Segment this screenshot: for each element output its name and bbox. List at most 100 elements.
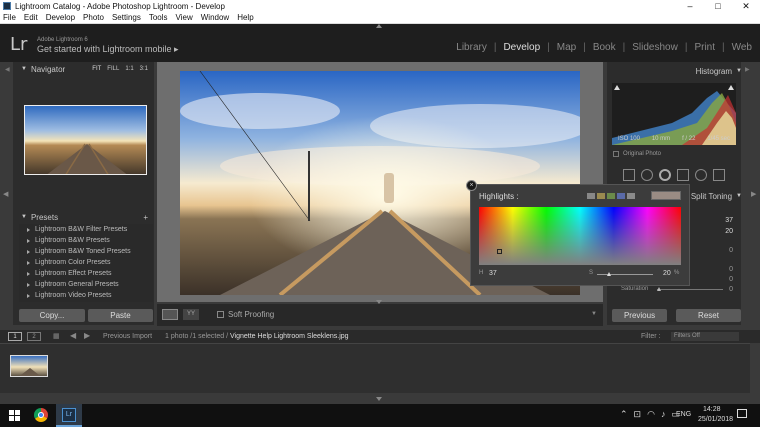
menu-view[interactable]: View [176,13,193,22]
grid-view-icon[interactable]: ▦ [53,332,60,340]
top-panel-arrow-icon[interactable] [376,24,382,28]
language-indicator[interactable]: ENG [676,411,691,418]
reset-button[interactable]: Reset [676,309,741,322]
slider-thumb-icon[interactable] [607,272,611,276]
volume-icon[interactable]: ♪ [661,409,666,420]
shadow-clipping-icon[interactable] [614,85,620,90]
graduated-filter-icon[interactable] [677,169,689,181]
previous-button[interactable]: Previous [612,309,667,322]
preset-folder[interactable]: Lightroom B&W Toned Presets [19,246,153,257]
menu-develop[interactable]: Develop [46,13,75,22]
zoom-fit[interactable]: FIT [92,66,101,72]
preset-folder[interactable]: Lightroom Video Presets [19,290,153,301]
back-arrow-icon[interactable]: ◀ [70,331,76,340]
original-photo-toggle[interactable]: Original Photo [613,151,661,157]
module-library[interactable]: Library [456,42,487,53]
second-window-button[interactable]: 2 [27,332,41,341]
right-side-arrow-icon[interactable]: ▶ [751,190,756,198]
color-picker-marker[interactable] [497,249,502,254]
preset-folder[interactable]: Lightroom B&W Presets [19,235,153,246]
bottom-arrow-icon[interactable] [376,397,382,401]
saturation-value[interactable]: 0 [729,286,733,293]
module-web[interactable]: Web [732,42,752,53]
before-after-icon[interactable]: YY [183,309,199,320]
red-eye-icon[interactable] [659,169,671,181]
forward-arrow-icon[interactable]: ▶ [84,331,90,340]
swatch[interactable] [607,193,615,199]
navigator-preview[interactable] [24,105,147,175]
loupe-view-icon[interactable] [162,309,178,320]
filmstrip-thumbnail[interactable] [10,355,48,377]
wifi-icon[interactable]: ◠ [647,409,655,420]
menu-edit[interactable]: Edit [24,13,38,22]
close-popup-icon[interactable]: × [466,180,477,191]
hue-saturation-field[interactable] [479,207,681,265]
copy-button[interactable]: Copy... [19,309,85,322]
clock-time[interactable]: 14:28 [703,406,721,413]
saturation-slider[interactable] [657,289,723,290]
highlight-saturation-value[interactable]: 20 [725,228,733,235]
module-map[interactable]: Map [557,42,576,53]
preset-folder[interactable]: Lightroom Effect Presets [19,268,153,279]
toolbar-menu-icon[interactable]: ▼ [591,311,597,317]
swatch[interactable] [627,193,635,199]
left-side-arrow-icon[interactable]: ◀ [3,190,8,198]
filter-dropdown[interactable]: Filters Off [671,332,739,341]
filename[interactable]: Vignette Help Lightroom Sleeklens.jpg [230,333,349,340]
highlight-hue-value[interactable]: 37 [725,217,733,224]
menu-settings[interactable]: Settings [112,13,141,22]
swatch[interactable] [587,193,595,199]
shadow-saturation-value[interactable]: 0 [729,276,733,283]
swatch[interactable] [597,193,605,199]
swatch[interactable] [617,193,625,199]
adjustment-brush-icon[interactable] [713,169,725,181]
zoom-1-1[interactable]: 1:1 [125,66,133,72]
shadow-hue-value[interactable]: 0 [729,266,733,273]
radial-filter-icon[interactable] [695,169,707,181]
module-book[interactable]: Book [593,42,616,53]
right-panel-collapse-icon[interactable]: ▶ [745,66,750,73]
menu-photo[interactable]: Photo [83,13,104,22]
module-develop[interactable]: Develop [503,42,540,53]
slider-thumb-icon[interactable] [657,287,661,291]
paste-button[interactable]: Paste [88,309,153,322]
zoom-3-1[interactable]: 3:1 [140,66,148,72]
clock-date[interactable]: 25/01/2018 [698,416,733,423]
menu-tools[interactable]: Tools [149,13,168,22]
hue-value[interactable]: 37 [489,270,497,277]
original-photo-checkbox[interactable] [613,151,619,157]
mobile-promo-link[interactable]: Get started with Lightroom mobile ▸ [37,44,179,55]
saturation-slider[interactable] [597,274,653,275]
module-slideshow[interactable]: Slideshow [632,42,678,53]
source-label[interactable]: Previous Import [103,333,152,340]
minimize-button[interactable]: – [676,0,704,12]
module-print[interactable]: Print [694,42,715,53]
main-window-button[interactable]: 1 [8,332,22,341]
balance-value[interactable]: 0 [729,247,733,254]
spot-removal-icon[interactable] [641,169,653,181]
highlight-clipping-icon[interactable] [728,85,734,90]
close-button[interactable]: ✕ [732,0,760,12]
preset-folder[interactable]: Lightroom B&W Filter Presets [19,224,153,235]
menu-help[interactable]: Help [237,13,253,22]
network-icon[interactable]: ⊡ [634,409,642,420]
tray-chevron-icon[interactable]: ⌃ [620,409,628,420]
navigator-header[interactable]: ▼ Navigator FIT FILL 1:1 3:1 [13,62,154,76]
lightroom-taskbar-button[interactable]: Lr [56,404,82,427]
presets-header[interactable]: ▼ Presets + [13,210,154,224]
maximize-button[interactable]: □ [704,0,732,12]
windows-start-icon[interactable] [9,410,20,421]
preset-folder[interactable]: Lightroom Color Presets [19,257,153,268]
zoom-fill[interactable]: FILL [107,66,119,72]
preset-folder[interactable]: Lightroom General Presets [19,279,153,290]
saturation-value[interactable]: 20 [663,270,671,277]
menu-file[interactable]: File [3,13,16,22]
menu-window[interactable]: Window [201,13,229,22]
soft-proofing-checkbox[interactable] [217,311,224,318]
crop-tool-icon[interactable] [623,169,635,181]
left-panel-collapse-icon[interactable]: ◀ [5,66,10,73]
add-preset-icon[interactable]: + [143,213,154,222]
histogram-header[interactable]: Histogram ▼ [607,64,748,78]
chrome-icon[interactable] [34,408,48,422]
notifications-icon[interactable] [737,409,747,418]
